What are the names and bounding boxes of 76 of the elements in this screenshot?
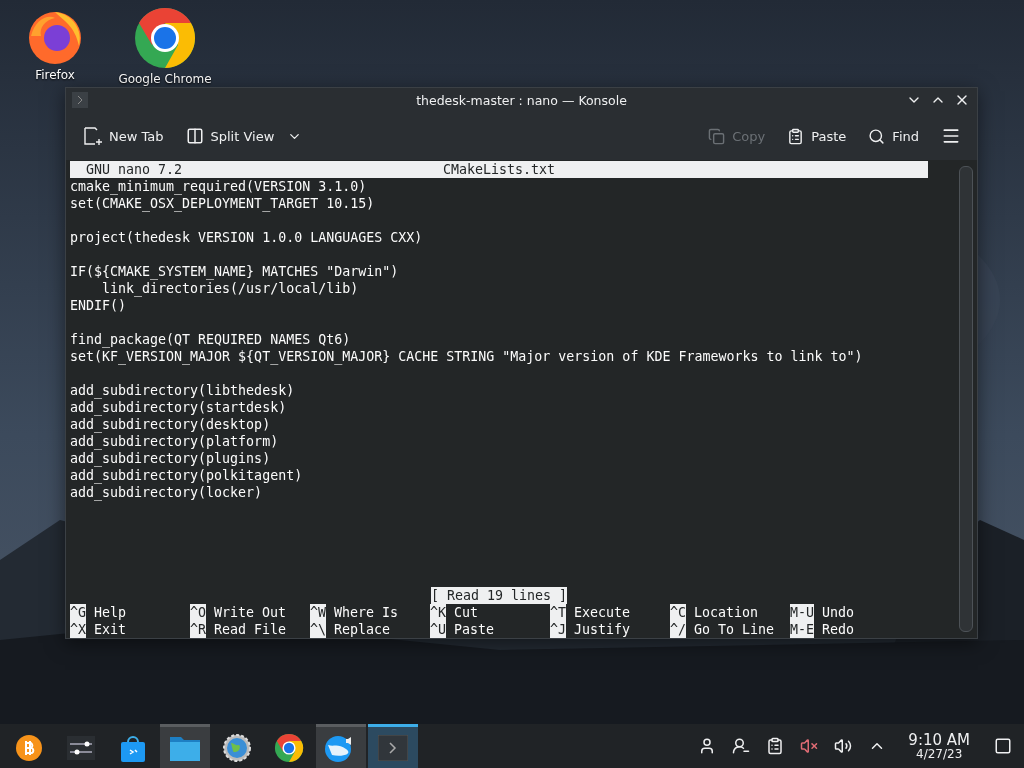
code-line: cmake_minimum_required(VERSION 3.1.0) [70, 178, 367, 195]
shortcut-label: Paste [454, 621, 495, 638]
window-title: thedesk-master : nano — Konsole [415, 92, 628, 108]
code-line: project(thedesk VERSION 1.0.0 LANGUAGES CXX) [70, 229, 423, 246]
shopping-bag-icon [120, 733, 146, 762]
taskbar-app[interactable] [316, 724, 366, 768]
code-line: add_subdirectory(locker) [70, 484, 263, 501]
code-line: add_subdirectory(desktop) [70, 416, 271, 433]
clock-date[interactable]: 4/27/23 [916, 747, 963, 761]
shortcut-key: ^/ [670, 621, 686, 638]
shortcut-label: Read File [214, 621, 287, 638]
sliders-icon [67, 735, 95, 760]
new-tab-button[interactable]: New Tab [80, 123, 168, 149]
shortcut-label: Execute [574, 604, 631, 621]
shortcut-key: ^O [190, 604, 206, 621]
code-line: add_subdirectory(polkitagent) [70, 467, 303, 484]
shortcut-key: ^\ [310, 621, 326, 638]
shortcut-label: Write Out [214, 604, 287, 621]
code-line: add_subdirectory(plugins) [70, 450, 271, 467]
chrome-icon[interactable] [274, 732, 304, 763]
shortcut-key: ^W [310, 604, 326, 621]
shortcut-label: Help [94, 604, 127, 621]
file-name: CMakeLists.txt [442, 161, 556, 178]
shortcut-label: Cut [454, 604, 479, 621]
shortcut-label: Undo [822, 604, 855, 621]
shortcut-label: Location [694, 604, 759, 621]
copy-icon [708, 127, 726, 145]
coin-icon [16, 734, 42, 761]
shortcut-label: Redo [822, 621, 855, 638]
muted-speaker-icon [800, 737, 819, 755]
code-line: set(KF_VERSION_MAJOR ${QT_VERSION_MAJOR} CACHE STRING "Major version of KDE Frameworks to link to") [70, 348, 863, 365]
shortcut-key: ^J [550, 621, 566, 638]
paste-button[interactable]: Paste [783, 123, 851, 149]
code-line: set(CMAKE_OSX_DEPLOYMENT_TARGET 10.15) [70, 195, 375, 212]
code-line: IF(${CMAKE_SYSTEM_NAME} MATCHES "Darwin") [70, 263, 399, 280]
shortcut-key: ^X [70, 621, 86, 638]
new-tab-icon [84, 127, 102, 145]
code-line: add_subdirectory(platform) [70, 433, 279, 450]
desktop-icon-label[interactable]: Firefox [35, 68, 75, 82]
find-button[interactable]: Find [864, 123, 923, 149]
clipboard-icon [766, 737, 785, 755]
terminal-icon [72, 92, 88, 108]
shortcut-key: ^C [670, 604, 686, 621]
menu-icon [941, 126, 961, 146]
status-message: [ Read 19 lines ] [430, 587, 568, 604]
code-line: find_package(QT REQUIRED NAMES Qt6) [70, 331, 351, 348]
search-icon [868, 127, 886, 145]
volume-icon [834, 737, 853, 755]
shortcut-label: Justify [574, 621, 631, 638]
shortcut-label: Exit [94, 621, 127, 638]
shortcut-key: M-U [790, 604, 815, 621]
shortcut-label: Go To Line [694, 621, 775, 638]
shortcut-key: ^G [70, 604, 86, 621]
folder-icon [170, 734, 200, 761]
shortcut-key: ^K [430, 604, 446, 621]
shortcut-label: Replace [334, 621, 391, 638]
desktop-icon-label[interactable]: Google Chrome [118, 72, 212, 86]
paste-icon [787, 127, 805, 145]
scrollbar[interactable] [959, 166, 973, 632]
code-line: ENDIF() [70, 297, 127, 314]
shortcut-label: Where Is [334, 604, 399, 621]
terminal-icon [378, 734, 408, 761]
chrome-icon[interactable] [133, 6, 197, 70]
nano-version: GNU nano 7.2 [85, 161, 183, 178]
shortcut-key: M-E [790, 621, 815, 638]
shortcut-key: ^U [430, 621, 446, 638]
shortcut-key: ^T [550, 604, 566, 621]
code-line: add_subdirectory(startdesk) [70, 399, 287, 416]
shortcut-key: ^R [190, 621, 206, 638]
code-line: link_directories(/usr/local/lib) [101, 280, 359, 297]
split-view-button[interactable]: Split View [181, 123, 307, 149]
gear-globe-icon [223, 733, 251, 762]
split-view-icon [185, 127, 204, 145]
clock-time[interactable]: 9:10 AM [908, 731, 970, 748]
user-minus-icon [732, 737, 751, 755]
code-line: add_subdirectory(libthedesk) [70, 382, 295, 399]
